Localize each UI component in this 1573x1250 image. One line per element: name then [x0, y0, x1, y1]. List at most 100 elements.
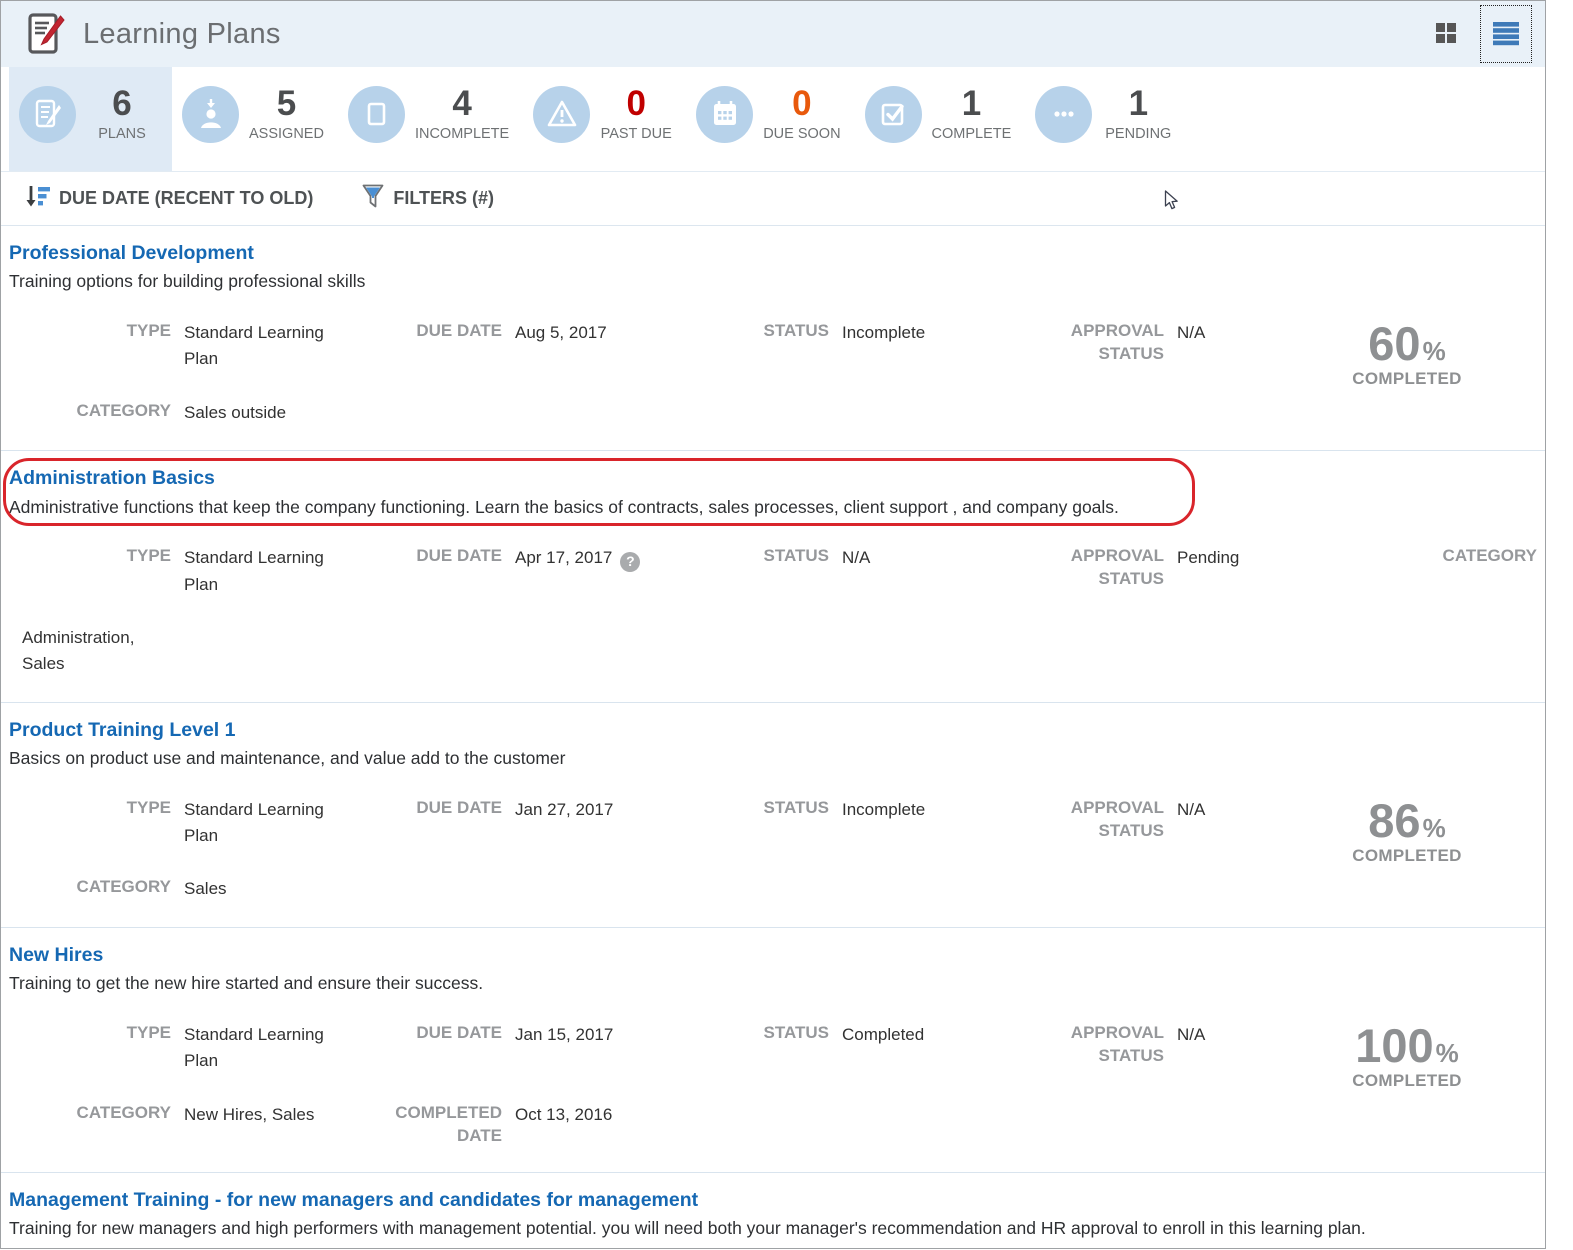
- help-icon[interactable]: ?: [620, 552, 641, 573]
- status-value: Incomplete: [842, 799, 926, 819]
- type-label: TYPE: [126, 1022, 171, 1042]
- learning-plans-page: Learning Plans 6 PLANS 5 ASSIGNED 4 INCO…: [0, 0, 1546, 1249]
- pending-count: 1: [1128, 83, 1149, 123]
- completed-date-value: Oct 13, 2016: [515, 1104, 613, 1124]
- pending-ellipsis-icon: [1035, 85, 1093, 143]
- due-date-label: DUE DATE: [416, 1022, 502, 1042]
- filters-button[interactable]: FILTERS (#): [361, 183, 494, 214]
- category-label: CATEGORY: [76, 877, 171, 897]
- page-title: Learning Plans: [83, 17, 281, 50]
- plans-label: PLANS: [98, 126, 146, 143]
- plan-title-link[interactable]: Professional Development: [9, 241, 1537, 265]
- category-value: New Hires, Sales: [184, 1104, 315, 1124]
- view-toggles: [1421, 1, 1532, 67]
- type-label: TYPE: [126, 797, 171, 817]
- category-value: Administration, Sales: [22, 627, 135, 674]
- complete-count: 1: [961, 83, 982, 123]
- type-label: TYPE: [126, 321, 171, 341]
- plan-card-professional-development: Professional Development Training option…: [1, 226, 1545, 450]
- type-value: Standard Learning Plan: [184, 548, 324, 594]
- list-view-icon: [1492, 20, 1520, 49]
- status-value: Completed: [842, 1024, 925, 1044]
- approval-status-label: APPROVAL STATUS: [1070, 321, 1164, 364]
- type-value: Standard Learning Plan: [184, 323, 324, 369]
- stat-tile-incomplete[interactable]: 4 INCOMPLETE: [338, 67, 523, 171]
- approval-status-value: N/A: [1177, 323, 1206, 343]
- completion-percent: 86% COMPLETED: [1352, 793, 1462, 865]
- due-date-label: DUE DATE: [416, 797, 502, 817]
- plan-description: Basics on product use and maintenance, a…: [9, 748, 566, 769]
- past-due-label: PAST DUE: [600, 126, 672, 143]
- incomplete-box-icon: [347, 85, 405, 143]
- pending-label: PENDING: [1105, 126, 1172, 143]
- due-soon-count: 0: [792, 83, 812, 123]
- completion-percent: 100% COMPLETED: [1352, 1018, 1462, 1090]
- stat-tile-plans[interactable]: 6 PLANS: [9, 67, 172, 171]
- stat-tile-pending[interactable]: 1 PENDING: [1025, 67, 1188, 171]
- plan-description: Training for new managers and high perfo…: [9, 1217, 1366, 1238]
- assigned-label: ASSIGNED: [249, 126, 324, 143]
- assigned-person-icon: [182, 85, 239, 143]
- sort-filter-bar: DUE DATE (RECENT TO OLD) FILTERS (#): [1, 172, 1545, 226]
- due-soon-label: DUE SOON: [763, 126, 841, 143]
- sort-descending-icon: [25, 184, 51, 214]
- stat-tile-assigned[interactable]: 5 ASSIGNED: [172, 67, 338, 171]
- sort-label: DUE DATE (RECENT TO OLD): [59, 188, 314, 208]
- due-date-value: Apr 17, 2017?: [502, 545, 752, 573]
- status-label: STATUS: [763, 1022, 829, 1042]
- approval-status-label: APPROVAL STATUS: [1070, 546, 1164, 589]
- type-value: Standard Learning Plan: [184, 1024, 324, 1071]
- completion-percent: 60% COMPLETED: [1352, 317, 1462, 389]
- past-due-count: 0: [626, 83, 646, 123]
- category-label: CATEGORY: [76, 1102, 171, 1122]
- category-label: CATEGORY: [1442, 546, 1537, 566]
- plan-card-product-training-level-1: Product Training Level 1 Basics on produ…: [1, 701, 1545, 927]
- stat-tile-past-due[interactable]: 0 PAST DUE: [523, 67, 686, 171]
- list-view-button[interactable]: [1480, 5, 1532, 63]
- plan-title-link[interactable]: Product Training Level 1: [9, 718, 1537, 742]
- complete-label: COMPLETE: [931, 126, 1012, 143]
- plan-title-link[interactable]: Management Training - for new managers a…: [9, 1188, 1537, 1212]
- past-due-warning-icon: [533, 85, 591, 143]
- category-label: CATEGORY: [76, 400, 171, 420]
- learning-plans-doc-pencil-icon: [23, 10, 67, 58]
- plan-description: Administrative functions that keep the c…: [9, 496, 1119, 517]
- incomplete-count: 4: [452, 83, 472, 123]
- plan-details: TYPE Standard Learning Plan DUE DATE Aug…: [9, 320, 1537, 426]
- grid-view-button[interactable]: [1421, 6, 1471, 62]
- status-label: STATUS: [763, 797, 829, 817]
- assigned-count: 5: [276, 83, 297, 123]
- stat-tile-due-soon[interactable]: 0 DUE SOON: [686, 67, 854, 171]
- status-label: STATUS: [763, 546, 829, 566]
- plan-card-administration-basics: Administration Basics Administrative fun…: [1, 450, 1545, 702]
- stat-tile-complete[interactable]: 1 COMPLETE: [855, 67, 1026, 171]
- filters-label: FILTERS (#): [393, 188, 495, 208]
- incomplete-label: INCOMPLETE: [414, 126, 510, 143]
- grid-view-icon: [1434, 21, 1458, 48]
- approval-status-value: N/A: [1177, 1024, 1206, 1044]
- status-label: STATUS: [763, 321, 829, 341]
- plan-details: TYPE Standard Learning Plan DUE DATE Apr…: [9, 545, 1537, 677]
- plans-count: 6: [112, 83, 132, 123]
- plan-description: Training options for building profession…: [9, 271, 366, 292]
- complete-checkbox-icon: [864, 85, 922, 143]
- sort-button[interactable]: DUE DATE (RECENT TO OLD): [25, 184, 313, 214]
- due-date-value: Jan 15, 2017: [515, 1024, 614, 1044]
- category-value: Sales outside: [184, 402, 287, 422]
- due-date-value: Jan 27, 2017: [515, 799, 614, 819]
- plan-card-management-training: Management Training - for new managers a…: [1, 1171, 1545, 1249]
- plan-details: TYPE Standard Learning Plan DUE DATE Jan…: [9, 1022, 1537, 1148]
- approval-status-label: APPROVAL STATUS: [1070, 797, 1164, 840]
- approval-status-value: Pending: [1177, 548, 1240, 568]
- plan-description: Training to get the new hire started and…: [9, 973, 484, 994]
- filter-funnel-icon: [361, 183, 385, 214]
- approval-status-label: APPROVAL STATUS: [1070, 1022, 1164, 1065]
- plan-title-link[interactable]: New Hires: [9, 943, 1537, 967]
- plan-list: Professional Development Training option…: [1, 226, 1545, 1249]
- type-value: Standard Learning Plan: [184, 799, 324, 846]
- plan-card-new-hires: New Hires Training to get the new hire s…: [1, 926, 1545, 1172]
- plan-title-link[interactable]: Administration Basics: [9, 466, 1537, 490]
- plans-icon: [19, 85, 76, 143]
- category-value: Sales: [184, 879, 227, 899]
- plan-details: TYPE Standard Learning Plan DUE DATE Jan…: [9, 797, 1537, 903]
